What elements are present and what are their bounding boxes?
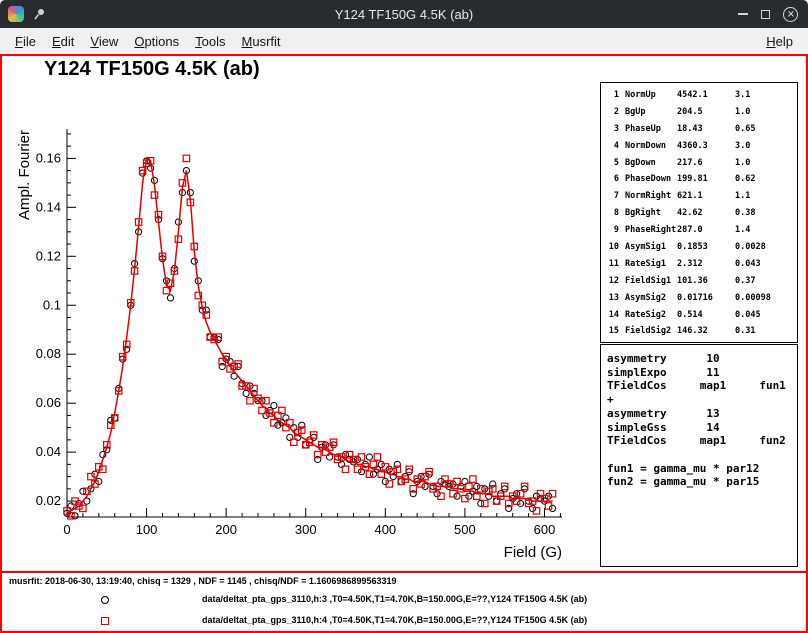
svg-text:0.1: 0.1 (43, 297, 61, 312)
parameter-pave: 1NormUp4542.13.12BgUp204.51.03PhaseUp18.… (600, 82, 798, 343)
legend-marker-square (101, 617, 109, 625)
legend-entry: data/deltat_pta_gps_3110,h:4 ,T0=4.50K,T… (2, 614, 806, 628)
theory-line: TFieldCos map1 fun1 (607, 379, 797, 393)
x-axis-title: Field (G) (504, 544, 562, 561)
theory-line: + (607, 393, 797, 407)
theory-line: asymmetry 10 (607, 352, 797, 366)
theory-line (607, 448, 797, 462)
theory-pave: asymmetry 10simplExpo 11TFieldCos map1 f… (600, 344, 798, 567)
minimize-icon[interactable] (738, 13, 748, 15)
root-canvas[interactable]: Y124 TF150G 4.5K (ab) Field (G) Ampl. Fo… (0, 54, 808, 633)
window-controls (738, 0, 798, 28)
svg-text:0.04: 0.04 (36, 444, 61, 459)
svg-text:0.08: 0.08 (36, 346, 61, 361)
param-row: 15FieldSig2146.320.31 (607, 323, 797, 340)
fit-line (67, 158, 553, 513)
svg-text:0.02: 0.02 (36, 493, 61, 508)
param-row: 2BgUp204.51.0 (607, 104, 797, 121)
param-row: 7NormRight621.11.1 (607, 188, 797, 205)
svg-text:100: 100 (136, 522, 158, 537)
param-row: 8BgRight42.620.38 (607, 205, 797, 222)
param-row: 10AsymSig10.18530.0028 (607, 239, 797, 256)
close-icon[interactable] (783, 7, 798, 22)
series-squares (64, 155, 556, 519)
menu-item-file[interactable]: File (8, 31, 43, 52)
application-window: { "window": { "title": "Y124 TF150G 4.5K… (0, 0, 808, 633)
param-row: 6PhaseDown199.810.62 (607, 171, 797, 188)
theory-block: asymmetry 10simplExpo 11TFieldCos map1 f… (607, 352, 797, 489)
menubar: FileEditViewOptionsToolsMusrfit Help (0, 28, 808, 54)
legend-marker-circle (101, 596, 109, 604)
svg-text:0.12: 0.12 (36, 248, 61, 263)
menu-items-right: Help (759, 31, 800, 52)
svg-text:300: 300 (295, 522, 317, 537)
fourier-spectrum-chart[interactable]: Field (G) Ampl. Fourier 0 100 200 300 400 500… (10, 117, 585, 572)
titlebar-left-icons (8, 0, 46, 28)
series-circles (64, 158, 556, 519)
svg-text:0: 0 (63, 522, 70, 537)
plot-title: Y124 TF150G 4.5K (ab) (44, 58, 260, 81)
param-row: 5BgDown217.61.0 (607, 155, 797, 172)
param-row: 12FieldSig1101.360.37 (607, 273, 797, 290)
param-row: 4NormDown4360.33.0 (607, 138, 797, 155)
menu-item-options[interactable]: Options (127, 31, 186, 52)
divider-line (2, 571, 806, 573)
menu-item-musrfit[interactable]: Musrfit (235, 31, 288, 52)
param-row: 9PhaseRight287.01.4 (607, 222, 797, 239)
legend-label: data/deltat_pta_gps_3110,h:4 ,T0=4.50K,T… (202, 615, 587, 625)
param-row: 3PhaseUp18.430.65 (607, 121, 797, 138)
y-axis-title: Ampl. Fourier (16, 130, 33, 220)
fit-status-line: musrfit: 2018-06-30, 13:19:40, chisq = 1… (9, 576, 396, 586)
legend-label: data/deltat_pta_gps_3110,h:3 ,T0=4.50K,T… (202, 594, 587, 604)
menu-item-help[interactable]: Help (759, 31, 800, 52)
maximize-icon[interactable] (761, 10, 770, 19)
svg-text:200: 200 (215, 522, 237, 537)
svg-text:0.16: 0.16 (36, 150, 61, 165)
param-row: 14RateSig20.5140.045 (607, 307, 797, 324)
param-row: 13AsymSig20.017160.00098 (607, 290, 797, 307)
pin-icon[interactable] (32, 7, 46, 21)
param-row: 1NormUp4542.13.1 (607, 87, 797, 104)
menu-item-edit[interactable]: Edit (45, 31, 81, 52)
param-row: 11RateSig12.3120.043 (607, 256, 797, 273)
svg-text:400: 400 (374, 522, 396, 537)
parameter-table: 1NormUp4542.13.12BgUp204.51.03PhaseUp18.… (607, 87, 797, 340)
theory-line: TFieldCos map1 fun2 (607, 434, 797, 448)
svg-text:600: 600 (534, 522, 556, 537)
theory-line: fun1 = gamma_mu * par12 (607, 462, 797, 476)
svg-text:500: 500 (454, 522, 476, 537)
theory-line: simpleGss 14 (607, 421, 797, 435)
theory-line: fun2 = gamma_mu * par15 (607, 475, 797, 489)
window-title: Y124 TF150G 4.5K (ab) (335, 7, 474, 22)
titlebar[interactable]: Y124 TF150G 4.5K (ab) (0, 0, 808, 28)
app-icon[interactable] (8, 6, 24, 22)
theory-line: asymmetry 13 (607, 407, 797, 421)
svg-text:0.14: 0.14 (36, 199, 61, 214)
menu-item-tools[interactable]: Tools (188, 31, 232, 52)
theory-line: simplExpo 11 (607, 366, 797, 380)
svg-text:0.06: 0.06 (36, 395, 61, 410)
legend-entry: data/deltat_pta_gps_3110,h:3 ,T0=4.50K,T… (2, 593, 806, 607)
menu-items-left: FileEditViewOptionsToolsMusrfit (8, 31, 288, 52)
menu-item-view[interactable]: View (83, 31, 125, 52)
